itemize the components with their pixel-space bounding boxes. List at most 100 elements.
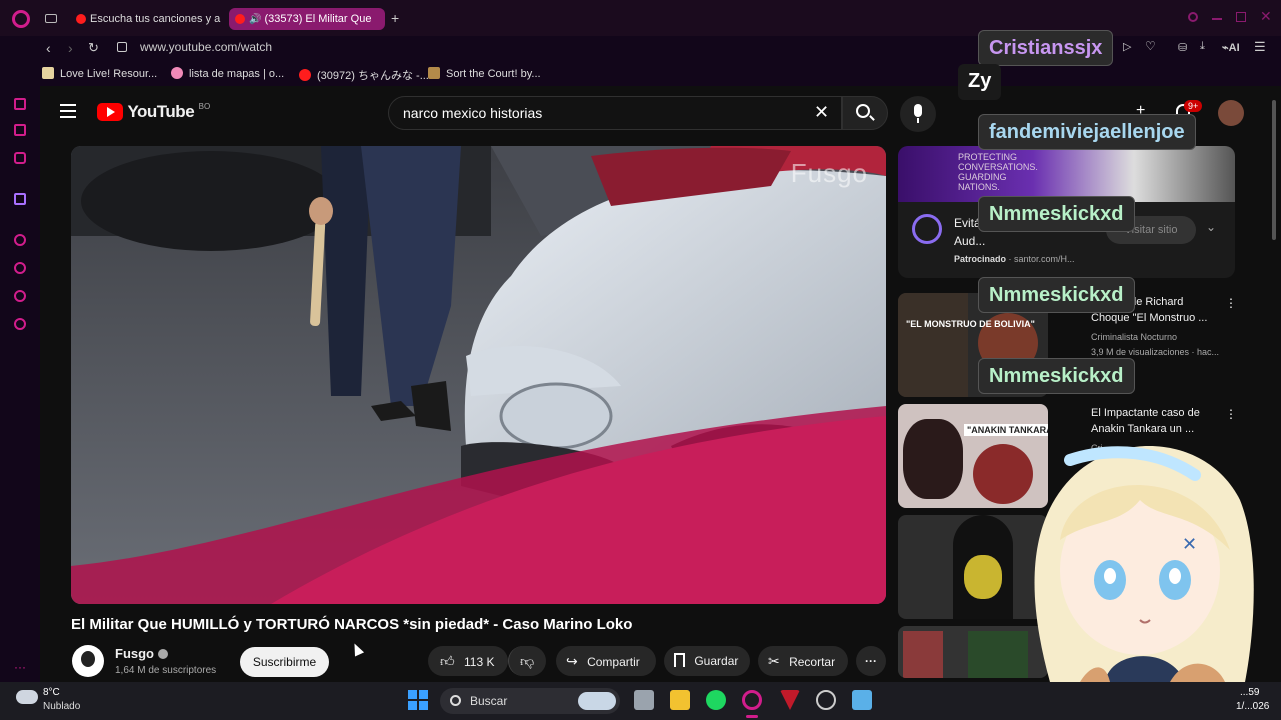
opera-menu-icon[interactable] bbox=[12, 10, 30, 28]
task-view-icon[interactable] bbox=[634, 690, 654, 710]
youtube-favicon-icon bbox=[299, 69, 311, 81]
clock-app-icon[interactable] bbox=[816, 690, 836, 710]
bookmark-favicon-icon bbox=[428, 67, 440, 79]
extensions-icon[interactable] bbox=[14, 290, 26, 302]
ad-subtitle: Aud... bbox=[954, 234, 986, 248]
youtube-logo[interactable]: YouTube BO bbox=[97, 102, 210, 124]
tab-youtube-video[interactable]: 🔊 (33573) El Militar Que bbox=[229, 8, 385, 30]
video-title: El Militar Que HUMILLÓ y TORTURÓ NARCOS … bbox=[71, 616, 633, 633]
chat-icon[interactable] bbox=[14, 124, 26, 136]
opera-taskbar-icon[interactable] bbox=[742, 690, 762, 710]
youtube-play-icon bbox=[97, 103, 123, 121]
bookmark-favicon-icon bbox=[171, 67, 183, 79]
clock-time[interactable]: ...59 bbox=[1240, 687, 1259, 698]
url-field[interactable]: www.youtube.com/watch bbox=[140, 40, 272, 54]
more-vert-icon[interactable]: ⋮ bbox=[1225, 296, 1237, 310]
like-button[interactable]: 👍︎ 113 K bbox=[428, 646, 508, 676]
reload-icon[interactable]: ↻ bbox=[88, 40, 99, 56]
file-explorer-icon[interactable] bbox=[670, 690, 690, 710]
vtuber-avatar: ✕ bbox=[1034, 446, 1254, 682]
thumbs-down-icon: 👎︎ bbox=[520, 653, 535, 669]
like-count: 113 K bbox=[463, 655, 495, 669]
sidebar-more-icon[interactable]: ··· bbox=[14, 660, 26, 674]
minimize-button[interactable] bbox=[1212, 18, 1222, 20]
chat-username: Cristianssjx bbox=[978, 30, 1114, 66]
channel-name[interactable]: Fusgo bbox=[115, 646, 168, 661]
search-highlight-icon bbox=[578, 692, 616, 710]
windows-start-icon[interactable] bbox=[408, 690, 428, 710]
search-button[interactable] bbox=[842, 96, 888, 130]
speaker-icon: 🔊 bbox=[249, 14, 262, 25]
region-code: BO bbox=[198, 102, 211, 111]
menu-icon[interactable]: ☰ bbox=[1254, 39, 1266, 55]
heart-icon[interactable]: ♡ bbox=[1145, 39, 1156, 53]
bookmark-item[interactable]: Sort the Court! by... bbox=[428, 67, 541, 80]
maximize-button[interactable] bbox=[1236, 12, 1246, 22]
bookmark-item[interactable]: Love Live! Resour... bbox=[42, 67, 157, 80]
voice-search-button[interactable] bbox=[900, 96, 936, 132]
clock-icon[interactable] bbox=[14, 262, 26, 274]
svg-text:✕: ✕ bbox=[1182, 534, 1197, 555]
lock-icon bbox=[117, 42, 127, 52]
search-tabs-icon[interactable] bbox=[1188, 12, 1198, 22]
dislike-button[interactable]: 👎︎ bbox=[508, 646, 546, 676]
taskbar-active-indicator bbox=[746, 715, 758, 718]
hamburger-menu-icon[interactable] bbox=[60, 104, 76, 118]
search-input[interactable]: narco mexico historias bbox=[388, 96, 842, 130]
chevron-down-icon[interactable]: ⌄ bbox=[1206, 220, 1216, 234]
tab-label: (33573) El Militar Que bbox=[264, 13, 372, 25]
bookmark-item[interactable]: lista de mapas | o... bbox=[171, 67, 284, 80]
channel-avatar[interactable] bbox=[72, 645, 104, 677]
clear-search-icon[interactable]: ✕ bbox=[814, 102, 829, 123]
tab-islands-icon[interactable] bbox=[45, 14, 57, 23]
chat-username: Zy bbox=[958, 64, 1002, 100]
subscribe-button[interactable]: Suscribirme bbox=[240, 647, 329, 677]
player-icon[interactable] bbox=[14, 234, 26, 246]
verified-icon bbox=[157, 649, 168, 659]
send-icon[interactable]: ▷ bbox=[1123, 40, 1131, 53]
sponsored-label: Patrocinado bbox=[954, 254, 1007, 264]
messenger-icon[interactable] bbox=[14, 98, 26, 110]
video-frame bbox=[71, 146, 886, 604]
more-actions-button[interactable]: ··· bbox=[856, 646, 886, 676]
youtube-logo-text: YouTube bbox=[127, 102, 195, 121]
browser-sidebar: ··· bbox=[0, 0, 40, 682]
tab-label: Escucha tus canciones y a bbox=[90, 13, 221, 25]
instagram-icon[interactable] bbox=[14, 152, 26, 164]
bookmark-icon bbox=[674, 653, 685, 667]
back-icon[interactable]: ‹ bbox=[46, 40, 51, 56]
video-watermark: Fusgo bbox=[790, 158, 868, 188]
youtube-favicon-icon bbox=[235, 14, 245, 24]
bookmark-item[interactable]: (30972) ちゃんみな -... bbox=[299, 67, 429, 83]
share-icon: ↪ bbox=[566, 653, 578, 669]
taskbar-search[interactable]: Buscar bbox=[440, 688, 620, 714]
video-player[interactable]: Fusgo bbox=[71, 146, 886, 604]
wallet-icon[interactable]: ⛁ bbox=[1178, 41, 1187, 54]
more-vert-icon[interactable]: ⋮ bbox=[1225, 407, 1237, 421]
twitch-icon[interactable] bbox=[14, 193, 26, 205]
ai-button[interactable]: ⌁AI bbox=[1222, 41, 1240, 54]
account-avatar[interactable] bbox=[1218, 100, 1244, 126]
share-button[interactable]: ↪ Compartir bbox=[556, 646, 656, 676]
save-button[interactable]: Guardar bbox=[664, 646, 750, 676]
spotify-icon[interactable] bbox=[706, 690, 726, 710]
recommendation-channel: Criminalista Nocturno bbox=[1091, 332, 1178, 342]
photos-icon[interactable] bbox=[852, 690, 872, 710]
weather-temp[interactable]: 8°C bbox=[43, 687, 60, 698]
chat-username: fandemiviejaellenjoe bbox=[978, 114, 1196, 150]
thumbnail-text: "EL MONSTRUO DE BOLIVIA" bbox=[906, 319, 1035, 329]
scissors-icon: ✂ bbox=[768, 653, 780, 669]
weather-icon[interactable] bbox=[16, 690, 38, 704]
clip-button[interactable]: ✂ Recortar bbox=[758, 646, 848, 676]
page-scrollbar[interactable] bbox=[1272, 100, 1276, 240]
close-window-button[interactable]: ✕ bbox=[1260, 8, 1272, 25]
download-icon[interactable]: ⤓ bbox=[1200, 40, 1205, 53]
mic-icon bbox=[914, 104, 922, 117]
recommendation-meta: 3,9 M de visualizaciones · hac... bbox=[1091, 347, 1220, 357]
youtube-favicon-icon bbox=[76, 14, 86, 24]
forward-icon[interactable]: › bbox=[68, 40, 73, 56]
tab-music[interactable]: Escucha tus canciones y a bbox=[70, 8, 224, 30]
ad-domain: santor.com/H... bbox=[1014, 254, 1075, 264]
settings-icon[interactable] bbox=[14, 318, 26, 330]
new-tab-button[interactable]: + bbox=[391, 10, 399, 26]
